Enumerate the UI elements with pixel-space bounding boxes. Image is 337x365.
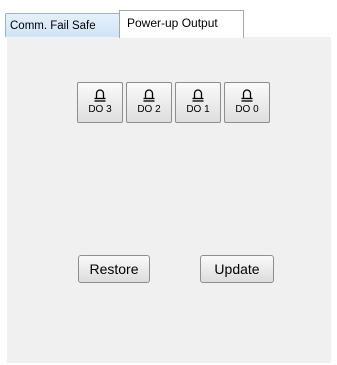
bell-icon	[143, 89, 155, 102]
power-up-output-window: Comm. Fail Safe Power-up Output DO 3 DO …	[0, 0, 337, 365]
do-0-label: DO 0	[235, 104, 259, 115]
do-0-toggle-button[interactable]: DO 0	[224, 82, 270, 123]
tab-power-up-output[interactable]: Power-up Output	[119, 10, 244, 38]
do-3-toggle-button[interactable]: DO 3	[77, 82, 123, 123]
do-2-toggle-button[interactable]: DO 2	[126, 82, 172, 123]
do-2-label: DO 2	[137, 104, 161, 115]
tab-comm-fail-safe[interactable]: Comm. Fail Safe	[5, 13, 120, 37]
do-3-label: DO 3	[88, 104, 112, 115]
do-1-toggle-button[interactable]: DO 1	[175, 82, 221, 123]
bell-icon	[241, 89, 253, 102]
bell-icon	[94, 89, 106, 102]
bell-icon	[192, 89, 204, 102]
restore-button[interactable]: Restore	[78, 255, 150, 283]
update-button[interactable]: Update	[200, 255, 274, 283]
do-1-label: DO 1	[186, 104, 210, 115]
